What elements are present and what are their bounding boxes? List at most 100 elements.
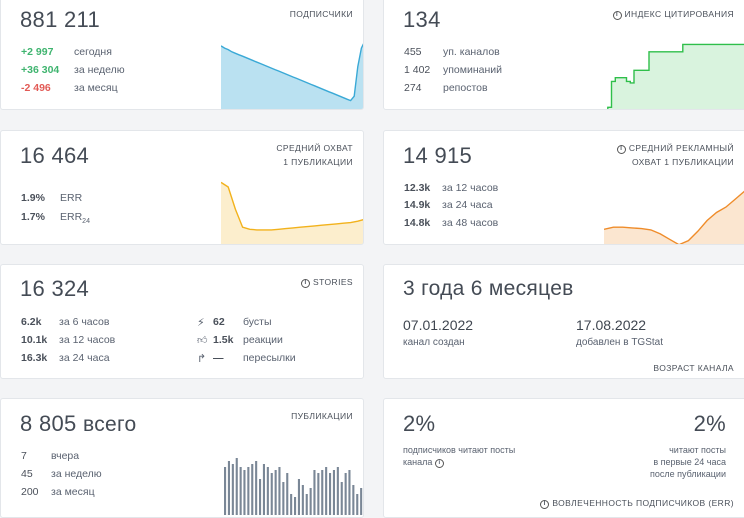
engagement-right-line1: читают посты xyxy=(669,445,726,455)
clock-icon[interactable]: i xyxy=(301,279,311,288)
publications-bar xyxy=(231,464,234,515)
stories-12h-text: за 12 часов xyxy=(59,334,116,346)
publications-bar xyxy=(243,470,246,515)
citation-mentions-text: упоминаний xyxy=(443,64,503,76)
engagement-right-value: 2% xyxy=(693,411,726,436)
citation-card[interactable]: 134 i ИНДЕКС ЦИТИРОВАНИЯ 455 уп. каналов … xyxy=(383,0,744,110)
publications-bar xyxy=(227,461,230,515)
channel-age-card[interactable]: 3 года 6 месяцев 07.01.2022 канал создан… xyxy=(383,264,744,379)
publications-label: ПУБЛИКАЦИИ xyxy=(291,411,353,421)
publications-week-value: 45 xyxy=(21,468,33,480)
publications-bar xyxy=(251,464,254,515)
citation-reposts-value: 274 xyxy=(404,82,422,94)
publications-bar xyxy=(278,467,281,515)
citation-label: ИНДЕКС ЦИТИРОВАНИЯ xyxy=(624,9,734,19)
reach-card[interactable]: 16 464 СРЕДНИЙ ОХВАТ 1 ПУБЛИКАЦИИ 1.9% E… xyxy=(0,130,364,245)
publications-bar xyxy=(321,470,324,515)
publications-card[interactable]: 8 805 всего ПУБЛИКАЦИИ 7 вчера 45 за нед… xyxy=(0,398,364,518)
citation-channels-text: уп. каналов xyxy=(443,46,500,58)
stories-reactions-text: реакции xyxy=(243,334,283,346)
ad-reach-24h-value: 14.9k xyxy=(404,199,431,211)
ad-reach-sparkline-area xyxy=(604,191,744,244)
publications-bar xyxy=(262,464,265,515)
engagement-label-wrap: i ВОВЛЕЧЕННОСТЬ ПОДПИСЧИКОВ (ERR) xyxy=(540,496,734,510)
publications-bar xyxy=(329,473,332,515)
stories-card[interactable]: 16 324 i STORIES 6.2k за 6 часов 10.1k за… xyxy=(0,264,364,379)
engagement-label: ВОВЛЕЧЕННОСТЬ ПОДПИСЧИКОВ (ERR) xyxy=(552,498,734,508)
engagement-right-text: читают посты в первые 24 часа после публ… xyxy=(650,444,726,480)
publications-bar xyxy=(266,467,269,515)
stories-label-wrap: i STORIES xyxy=(301,275,353,289)
publications-bar xyxy=(247,467,250,515)
subscribers-today-value: +2 997 xyxy=(21,46,54,58)
engagement-card[interactable]: 2% подписчиков читают посты канала i 2% … xyxy=(383,398,744,518)
publications-week-text: за неделю xyxy=(51,468,102,480)
reach-sparkline xyxy=(221,181,363,244)
added-text: добавлен в TGStat xyxy=(576,337,664,348)
subscribers-today-text: сегодня xyxy=(74,46,112,58)
reach-err-text: ERR xyxy=(60,192,83,204)
reach-err24-value: 1.7% xyxy=(21,211,45,223)
reach-err24-text: ERR24 xyxy=(60,211,90,225)
stories-boosts-text: бусты xyxy=(243,316,272,328)
thumbs-up-icon: 👍︎ xyxy=(197,335,208,346)
reach-err24-sub: 24 xyxy=(82,218,90,226)
publications-bar xyxy=(301,485,304,515)
publications-bar xyxy=(348,470,351,515)
engagement-right-line3: после публикации xyxy=(650,469,726,479)
publications-bar xyxy=(356,494,359,515)
publications-bar xyxy=(325,467,328,515)
subscribers-month-text: за месяц xyxy=(74,82,118,94)
ad-reach-card[interactable]: 14 915 i СРЕДНИЙ РЕКЛАМНЫЙ ОХВАТ 1 ПУБЛИК… xyxy=(383,130,744,245)
subscribers-card[interactable]: 881 211 ПОДПИСЧИКИ +2 997 сегодня +36 30… xyxy=(0,0,364,110)
publications-count: 8 805 всего xyxy=(20,411,136,437)
subscribers-count: 881 211 xyxy=(20,7,100,32)
publications-bar xyxy=(274,470,277,515)
stories-shares-text: пересылки xyxy=(243,352,296,364)
publications-bar xyxy=(255,461,258,515)
publications-bar xyxy=(332,470,335,515)
ad-reach-count: 14 915 xyxy=(403,143,473,168)
ad-reach-12h-text: за 12 часов xyxy=(442,182,499,194)
publications-yesterday-text: вчера xyxy=(51,450,80,462)
reach-err24-label: ERR xyxy=(60,211,83,223)
publications-bar xyxy=(259,479,262,515)
created-text: канал создан xyxy=(403,337,465,348)
ad-reach-sparkline xyxy=(604,190,744,244)
added-date: 17.08.2022 xyxy=(576,317,647,333)
stories-12h-value: 10.1k xyxy=(21,334,48,346)
publications-bar xyxy=(360,488,363,515)
publications-bar xyxy=(340,482,343,515)
ad-reach-label-line1: СРЕДНИЙ РЕКЛАМНЫЙ xyxy=(628,143,734,153)
publications-bar xyxy=(286,473,289,515)
ad-reach-48h-value: 14.8k xyxy=(404,217,431,229)
publications-bar xyxy=(305,494,308,515)
publications-suffix: всего xyxy=(82,413,137,436)
stories-label: STORIES xyxy=(313,277,353,287)
citation-count: 134 xyxy=(403,7,441,32)
publications-month-value: 200 xyxy=(21,486,39,498)
publications-value: 8 805 xyxy=(20,411,77,436)
publications-bar xyxy=(352,485,355,515)
stories-count: 16 324 xyxy=(20,276,90,301)
engagement-left-text: подписчиков читают посты канала i xyxy=(403,444,515,468)
info-icon[interactable]: i xyxy=(612,11,622,20)
reach-count: 16 464 xyxy=(20,143,90,168)
channel-age-value: 3 года 6 месяцев xyxy=(403,277,574,300)
reach-sparkline-line xyxy=(221,181,363,231)
info-icon[interactable]: i xyxy=(434,459,444,468)
subscribers-month-value: -2 496 xyxy=(21,82,51,94)
share-icon: ↱ xyxy=(197,353,207,365)
ad-reach-label-line2: ОХВАТ 1 ПУБЛИКАЦИИ xyxy=(631,157,734,167)
engagement-left-line1: подписчиков читают посты xyxy=(403,445,516,455)
publications-bar xyxy=(235,458,238,515)
stories-24h-value: 16.3k xyxy=(21,352,48,364)
publications-bar xyxy=(313,470,316,515)
ad-reach-48h-text: за 48 часов xyxy=(442,217,499,229)
reach-label-line2: 1 ПУБЛИКАЦИИ xyxy=(283,157,353,167)
publications-month-text: за месяц xyxy=(51,486,95,498)
clock-icon[interactable]: i xyxy=(616,145,626,154)
clock-icon[interactable]: i xyxy=(540,500,550,509)
publications-bar xyxy=(224,467,227,515)
publications-bar xyxy=(294,497,297,515)
